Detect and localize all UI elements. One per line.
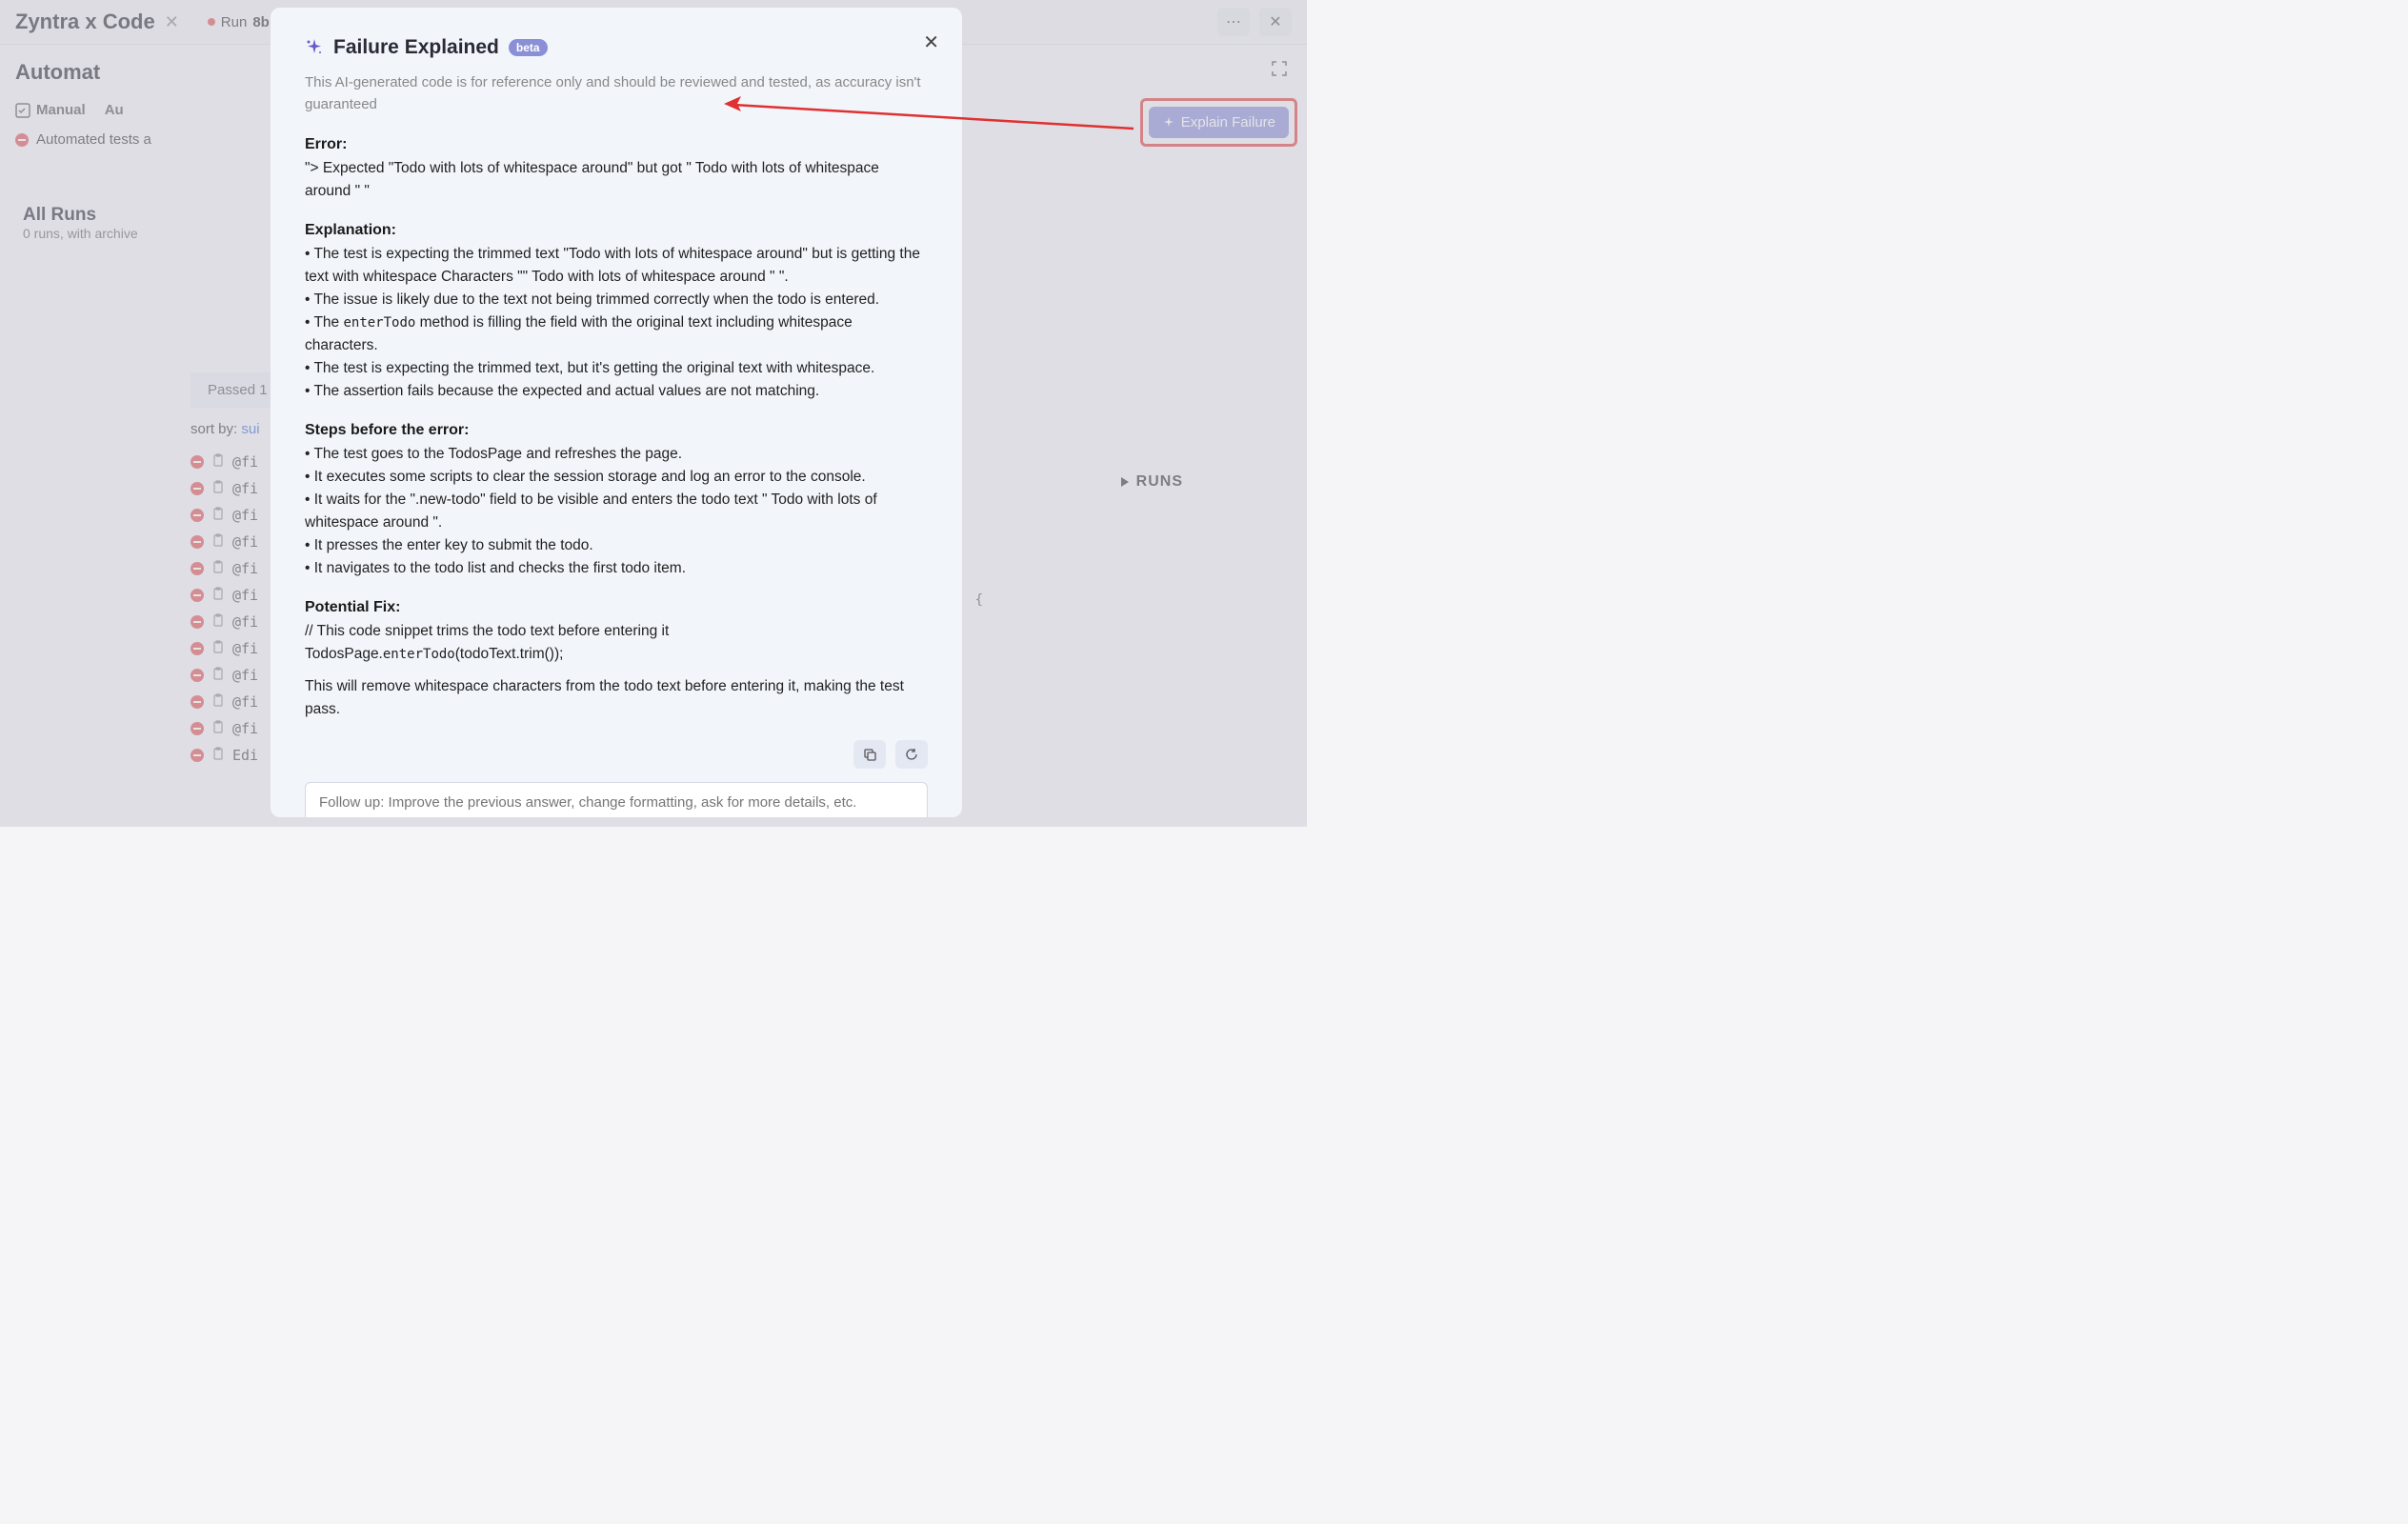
modal-disclaimer: This AI-generated code is for reference … [305,72,928,115]
error-heading: Error: [305,136,928,153]
failure-explained-modal: ✕ Failure Explained beta This AI-generat… [271,8,962,817]
modal-close-icon[interactable]: ✕ [923,30,939,54]
copy-button[interactable] [853,740,886,769]
explanation-heading: Explanation: [305,222,928,239]
explanation-body: • The test is expecting the trimmed text… [305,243,928,403]
error-body: "> Expected "Todo with lots of whitespac… [305,157,928,203]
refresh-icon [905,748,918,761]
sparkle-icon [305,38,324,57]
beta-badge: beta [509,39,548,56]
modal-title: Failure Explained [333,36,499,59]
steps-heading: Steps before the error: [305,422,928,439]
steps-body: • The test goes to the TodosPage and ref… [305,443,928,580]
fix-heading: Potential Fix: [305,599,928,616]
refresh-button[interactable] [895,740,928,769]
followup-input[interactable] [305,782,928,817]
copy-icon [863,748,876,761]
fix-body: // This code snippet trims the todo text… [305,620,928,666]
fix-footer: This will remove whitespace characters f… [305,675,928,721]
